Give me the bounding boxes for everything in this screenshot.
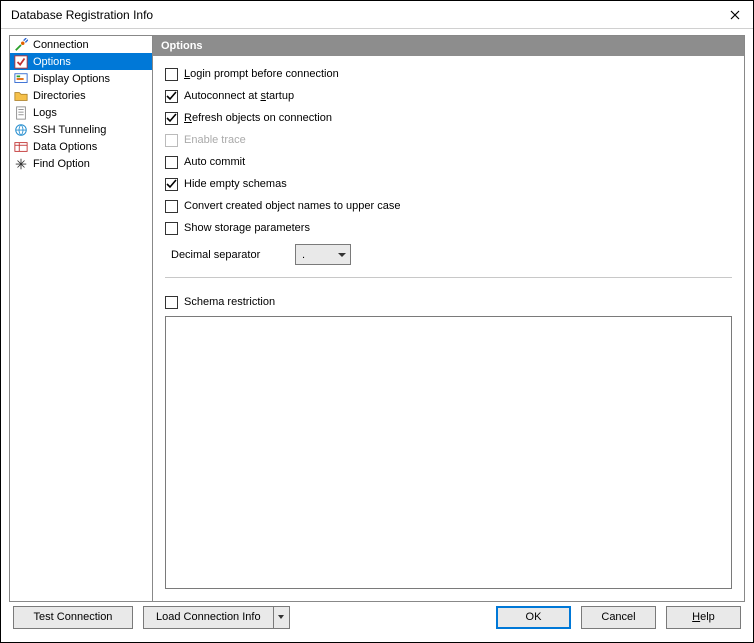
sidebar-item-connection[interactable]: Connection bbox=[10, 36, 152, 53]
checkbox-icon bbox=[165, 296, 178, 309]
main-panel: Options Login prompt before connection A… bbox=[153, 35, 745, 602]
checkbox-icon bbox=[165, 200, 178, 213]
ok-button[interactable]: OK bbox=[496, 606, 571, 629]
checkbox-label: Hide empty schemas bbox=[184, 178, 287, 190]
sidebar-item-data-options[interactable]: Data Options bbox=[10, 138, 152, 155]
titlebar: Database Registration Info bbox=[1, 1, 753, 29]
sidebar-item-label: Connection bbox=[33, 39, 89, 51]
checkbox-label: Auto commit bbox=[184, 156, 245, 168]
checkbox-label: Autoconnect at startup bbox=[184, 90, 294, 102]
dialog-window: Database Registration Info Connection Op… bbox=[0, 0, 754, 643]
sidebar-item-label: Options bbox=[33, 56, 71, 68]
find-icon bbox=[13, 156, 29, 172]
connection-icon bbox=[13, 37, 29, 53]
sidebar-item-label: Logs bbox=[33, 107, 57, 119]
sidebar-item-directories[interactable]: Directories bbox=[10, 87, 152, 104]
checkbox-login-prompt[interactable]: Login prompt before connection bbox=[165, 66, 732, 82]
options-area: Login prompt before connection Autoconne… bbox=[153, 56, 744, 316]
decimal-separator-label: Decimal separator bbox=[165, 249, 285, 261]
combo-value: . bbox=[302, 249, 305, 261]
decimal-separator-row: Decimal separator . bbox=[165, 244, 732, 265]
checkbox-icon bbox=[165, 222, 178, 235]
options-icon bbox=[13, 54, 29, 70]
ssh-icon bbox=[13, 122, 29, 138]
sidebar-item-logs[interactable]: Logs bbox=[10, 104, 152, 121]
checkbox-schema-restriction[interactable]: Schema restriction bbox=[165, 294, 732, 310]
decimal-separator-combo[interactable]: . bbox=[295, 244, 351, 265]
load-connection-dropdown[interactable] bbox=[274, 606, 290, 629]
sidebar-item-display-options[interactable]: Display Options bbox=[10, 70, 152, 87]
checkbox-icon bbox=[165, 156, 178, 169]
help-button[interactable]: Help bbox=[666, 606, 741, 629]
cancel-button[interactable]: Cancel bbox=[581, 606, 656, 629]
checkbox-enable-trace: Enable trace bbox=[165, 132, 732, 148]
cancel-label: Cancel bbox=[601, 611, 635, 623]
checkbox-icon bbox=[165, 134, 178, 147]
window-title: Database Registration Info bbox=[11, 8, 153, 22]
checkbox-convert-upper[interactable]: Convert created object names to upper ca… bbox=[165, 198, 732, 214]
display-icon bbox=[13, 71, 29, 87]
checkbox-autoconnect[interactable]: Autoconnect at startup bbox=[165, 88, 732, 104]
checkbox-icon bbox=[165, 90, 178, 103]
checkbox-icon bbox=[165, 178, 178, 191]
section-header: Options bbox=[153, 36, 744, 56]
chevron-down-icon bbox=[278, 615, 284, 619]
sidebar: Connection Options Display Options Direc… bbox=[9, 35, 153, 602]
checkbox-refresh-objects[interactable]: Refresh objects on connection bbox=[165, 110, 732, 126]
checkbox-label: Enable trace bbox=[184, 134, 246, 146]
sidebar-item-label: Display Options bbox=[33, 73, 110, 85]
sidebar-item-find-option[interactable]: Find Option bbox=[10, 155, 152, 172]
folder-icon bbox=[13, 88, 29, 104]
sidebar-item-label: Find Option bbox=[33, 158, 90, 170]
sidebar-item-label: Data Options bbox=[33, 141, 97, 153]
checkbox-icon bbox=[165, 68, 178, 81]
checkbox-label: Schema restriction bbox=[184, 296, 275, 308]
test-connection-button[interactable]: Test Connection bbox=[13, 606, 133, 629]
checkbox-label: Refresh objects on connection bbox=[184, 112, 332, 124]
chevron-down-icon bbox=[338, 253, 346, 257]
checkbox-show-storage[interactable]: Show storage parameters bbox=[165, 220, 732, 236]
checkbox-label: Convert created object names to upper ca… bbox=[184, 200, 400, 212]
checkbox-label: Show storage parameters bbox=[184, 222, 310, 234]
divider bbox=[165, 277, 732, 278]
checkbox-auto-commit[interactable]: Auto commit bbox=[165, 154, 732, 170]
dialog-body: Connection Options Display Options Direc… bbox=[1, 29, 753, 602]
sidebar-item-label: SSH Tunneling bbox=[33, 124, 106, 136]
logs-icon bbox=[13, 105, 29, 121]
checkbox-icon bbox=[165, 112, 178, 125]
footer: Test Connection Load Connection Info OK … bbox=[1, 602, 753, 642]
load-connection-split-button: Load Connection Info bbox=[143, 606, 290, 629]
load-connection-button[interactable]: Load Connection Info bbox=[143, 606, 274, 629]
sidebar-item-ssh-tunneling[interactable]: SSH Tunneling bbox=[10, 121, 152, 138]
sidebar-item-options[interactable]: Options bbox=[10, 53, 152, 70]
data-icon bbox=[13, 139, 29, 155]
close-button[interactable] bbox=[723, 5, 747, 25]
checkbox-label: Login prompt before connection bbox=[184, 68, 339, 80]
sidebar-item-label: Directories bbox=[33, 90, 86, 102]
schema-restriction-textarea[interactable] bbox=[165, 316, 732, 589]
checkbox-hide-empty-schemas[interactable]: Hide empty schemas bbox=[165, 176, 732, 192]
